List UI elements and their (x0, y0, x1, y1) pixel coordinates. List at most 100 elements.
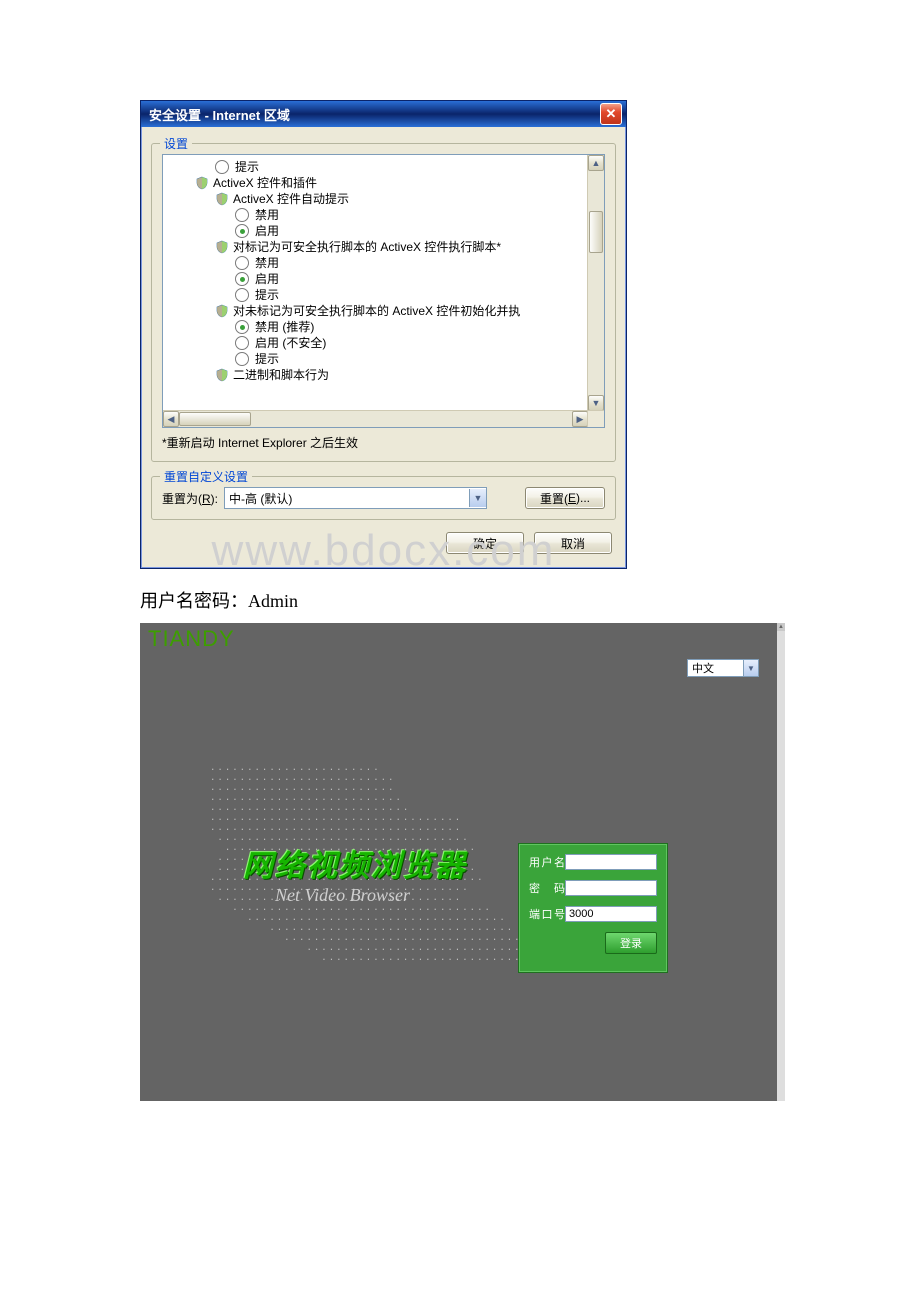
close-icon: ✕ (606, 106, 617, 122)
dot-line: ......................... (210, 783, 500, 793)
shield-icon (215, 304, 229, 318)
port-input[interactable] (565, 906, 657, 922)
setting-option[interactable]: 启用 (不安全) (167, 335, 584, 351)
reset-legend: 重置自定义设置 (160, 468, 252, 485)
reset-level-select[interactable]: 中-高 (默认) ▼ (224, 487, 487, 509)
dot-line: ................................... (210, 913, 500, 923)
login-topbar: TIANDY (140, 623, 785, 659)
scroll-thumb[interactable] (589, 211, 603, 253)
setting-category: 对标记为可安全执行脚本的 ActiveX 控件执行脚本* (167, 239, 584, 255)
titlebar-text: 安全设置 - Internet 区域 (149, 105, 290, 124)
setting-label: 二进制和脚本行为 (233, 367, 329, 383)
setting-option[interactable]: 提示 (167, 351, 584, 367)
credentials-caption: 用户名密码：Admin (140, 587, 780, 613)
horizontal-scrollbar[interactable]: ◀ ▶ (163, 410, 588, 427)
setting-label: 提示 (235, 159, 259, 175)
login-button[interactable]: 登录 (605, 932, 657, 954)
setting-option[interactable]: 禁用 (167, 207, 584, 223)
titlebar[interactable]: 安全设置 - Internet 区域 ✕ (141, 101, 626, 127)
radio-icon[interactable] (235, 256, 249, 270)
password-input[interactable] (565, 880, 657, 896)
dot-line: .......................... (210, 793, 500, 803)
shield-icon (195, 176, 209, 190)
security-settings-dialog: 安全设置 - Internet 区域 ✕ 设置 提示ActiveX 控件和插件A… (140, 100, 627, 569)
scroll-down-icon[interactable]: ▼ (588, 395, 604, 411)
scroll-up-icon[interactable]: ▲ (777, 623, 785, 631)
page-vertical-scrollbar[interactable]: ▲ (777, 623, 785, 1101)
setting-category: 对未标记为可安全执行脚本的 ActiveX 控件初始化并执 (167, 303, 584, 319)
radio-icon[interactable] (235, 224, 249, 238)
setting-label: 禁用 (推荐) (255, 319, 314, 335)
dot-line: ................................. (210, 923, 500, 933)
port-row: 端口号 (529, 906, 657, 922)
dot-line: ....................... (210, 763, 500, 773)
username-row: 用户名 (529, 854, 657, 870)
ok-button[interactable]: 确定 (446, 532, 524, 554)
setting-option[interactable]: 提示 (167, 287, 584, 303)
reset-button[interactable]: 重置(E)... (525, 487, 605, 509)
login-panel: 用户名 密 码 端口号 登录 (518, 843, 668, 973)
port-label: 端口号 (529, 906, 565, 922)
settings-groupbox: 设置 提示ActiveX 控件和插件ActiveX 控件自动提示禁用启用对标记为… (151, 143, 616, 462)
setting-label: 对未标记为可安全执行脚本的 ActiveX 控件初始化并执 (233, 303, 520, 319)
dot-line: ......................... (210, 773, 500, 783)
language-select[interactable]: 中文 ▼ (687, 659, 759, 677)
setting-label: 启用 (不安全) (255, 335, 326, 351)
scroll-right-icon[interactable]: ▶ (572, 411, 588, 427)
setting-label: 禁用 (255, 207, 279, 223)
scroll-corner (587, 410, 604, 427)
chevron-down-icon: ▼ (743, 660, 758, 676)
dot-line: ................................ (210, 933, 500, 943)
dot-line: ........................... (210, 803, 500, 813)
password-label: 密 码 (529, 880, 565, 896)
close-button[interactable]: ✕ (600, 103, 622, 125)
shield-icon (215, 192, 229, 206)
scroll-track[interactable] (179, 411, 572, 427)
shield-icon (215, 240, 229, 254)
dot-line: ........................... (210, 953, 500, 963)
scroll-track[interactable] (588, 171, 604, 395)
reset-groupbox: 重置自定义设置 重置为(R): 中-高 (默认) ▼ 重置(E)... (151, 476, 616, 520)
cancel-button[interactable]: 取消 (534, 532, 612, 554)
setting-option[interactable]: 提示 (167, 159, 584, 175)
setting-label: 提示 (255, 287, 279, 303)
setting-label: ActiveX 控件和插件 (213, 175, 317, 191)
setting-option[interactable]: 启用 (167, 271, 584, 287)
setting-option[interactable]: 禁用 (推荐) (167, 319, 584, 335)
scroll-up-icon[interactable]: ▲ (588, 155, 604, 171)
dot-line: ............................. (210, 943, 500, 953)
radio-icon[interactable] (235, 352, 249, 366)
language-value: 中文 (692, 660, 714, 676)
dialog-actions: 确定 取消 (151, 520, 616, 558)
shield-icon (215, 368, 229, 382)
radio-icon[interactable] (215, 160, 229, 174)
username-label: 用户名 (529, 854, 565, 870)
radio-icon[interactable] (235, 320, 249, 334)
username-input[interactable] (565, 854, 657, 870)
setting-option[interactable]: 禁用 (167, 255, 584, 271)
setting-label: 启用 (255, 271, 279, 287)
settings-legend: 设置 (160, 135, 192, 152)
settings-list: 提示ActiveX 控件和插件ActiveX 控件自动提示禁用启用对标记为可安全… (162, 154, 605, 428)
setting-category: 二进制和脚本行为 (167, 367, 584, 383)
hero-title: 网络视频浏览器 (243, 841, 467, 885)
scroll-left-icon[interactable]: ◀ (163, 411, 179, 427)
setting-category: ActiveX 控件自动提示 (167, 191, 584, 207)
chevron-down-icon: ▼ (469, 489, 486, 507)
setting-label: 提示 (255, 351, 279, 367)
brand-logo: TIANDY (148, 626, 235, 652)
radio-icon[interactable] (235, 208, 249, 222)
settings-tree: 提示ActiveX 控件和插件ActiveX 控件自动提示禁用启用对标记为可安全… (163, 155, 588, 411)
vertical-scrollbar[interactable]: ▲ ▼ (587, 155, 604, 411)
dialog-body: 设置 提示ActiveX 控件和插件ActiveX 控件自动提示禁用启用对标记为… (141, 127, 626, 568)
radio-icon[interactable] (235, 336, 249, 350)
setting-label: 禁用 (255, 255, 279, 271)
reset-level-value: 中-高 (默认) (229, 490, 292, 507)
login-page: TIANDY 中文 ▼ ▲ ....................... ..… (140, 623, 785, 1101)
setting-option[interactable]: 启用 (167, 223, 584, 239)
radio-icon[interactable] (235, 288, 249, 302)
scroll-thumb[interactable] (179, 412, 251, 426)
setting-label: ActiveX 控件自动提示 (233, 191, 349, 207)
radio-icon[interactable] (235, 272, 249, 286)
dot-line: .................................. (210, 813, 500, 823)
